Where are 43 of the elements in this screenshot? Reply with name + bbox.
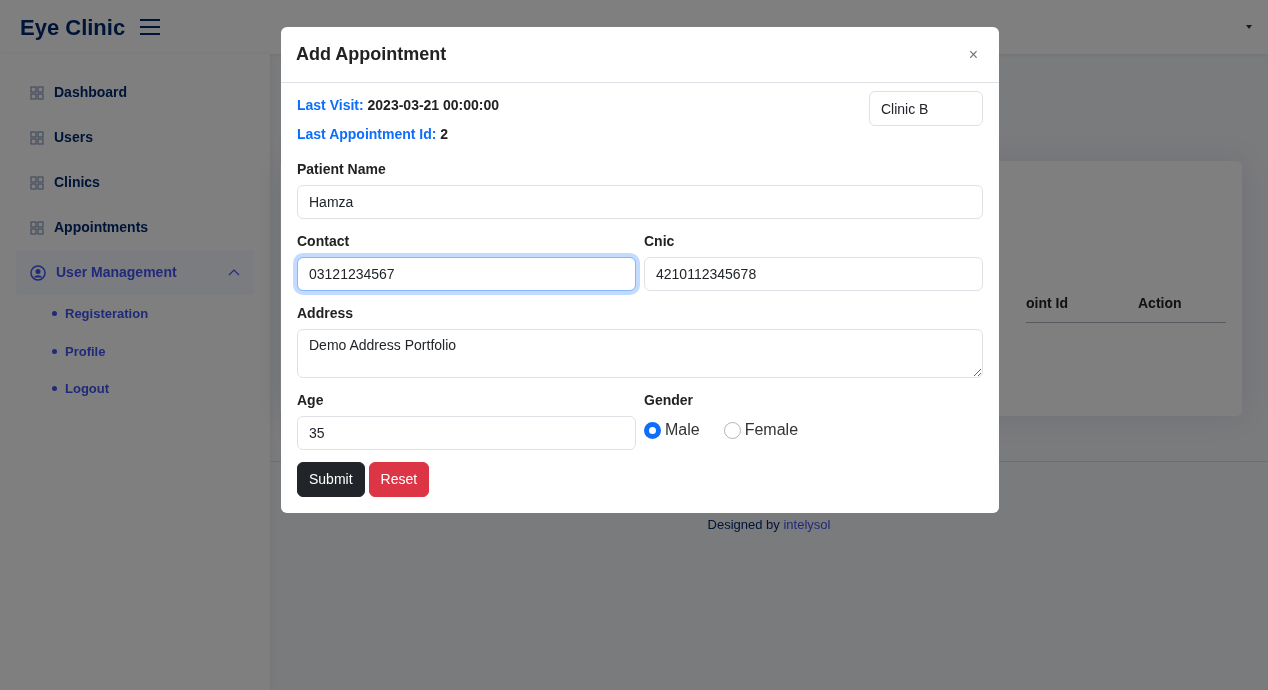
- field-label: Address: [297, 304, 354, 323]
- caret-icon: [1246, 25, 1252, 29]
- grid-icon: [30, 130, 44, 145]
- column-header: Action: [1138, 294, 1182, 313]
- info-text: Last Visit: 2023-03-21 00:00:00: [297, 96, 500, 115]
- input-field[interactable]: 03121234567: [297, 257, 636, 291]
- sidebar-item[interactable]: Clinics: [16, 160, 254, 205]
- reset-button[interactable]: Reset: [368, 462, 430, 497]
- user-circle-icon: [30, 264, 46, 281]
- bullet-icon: [52, 311, 57, 317]
- sidebar-item[interactable]: Appointments: [16, 205, 254, 250]
- field-label: Cnic: [644, 232, 675, 251]
- input-field[interactable]: 35: [297, 416, 636, 450]
- footer-text: Designed by intelysol: [707, 517, 831, 532]
- menu-icon[interactable]: [139, 18, 162, 36]
- grid-icon: [30, 85, 44, 100]
- radio-option[interactable]: Male: [644, 418, 700, 442]
- footer-link[interactable]: intelysol: [783, 517, 831, 532]
- app-title: Eye Clinic: [20, 13, 126, 42]
- input-field[interactable]: Hamza: [297, 185, 983, 219]
- clinic-field[interactable]: Clinic B: [869, 91, 983, 126]
- info-text: Last Appointment Id: 2: [297, 125, 450, 144]
- field-label: Age: [297, 391, 324, 410]
- input-field[interactable]: 4210112345678: [644, 257, 983, 291]
- column-header: oint Id: [1026, 294, 1069, 313]
- text-area[interactable]: Demo Address Portfolio: [297, 329, 983, 378]
- bullet-icon: [52, 348, 57, 354]
- sidebar-subitem[interactable]: Profile: [16, 332, 254, 370]
- field-label: Patient Name: [297, 160, 386, 179]
- field-label: Contact: [297, 232, 350, 251]
- sidebar-subitem[interactable]: Registeration: [16, 295, 254, 333]
- radio-option[interactable]: Female: [723, 418, 799, 442]
- bullet-icon: [52, 386, 57, 392]
- sidebar-item[interactable]: Users: [16, 115, 254, 160]
- submit-button[interactable]: Submit: [297, 462, 365, 497]
- grid-icon: [30, 175, 44, 190]
- modal-title: Add Appointment: [296, 43, 448, 66]
- field-label: Gender: [644, 391, 693, 410]
- grid-icon: [30, 220, 44, 235]
- sidebar-item[interactable]: User Management: [16, 250, 254, 295]
- sidebar-item[interactable]: Dashboard: [16, 70, 254, 115]
- sidebar-subitem[interactable]: Logout: [16, 370, 254, 408]
- close-button[interactable]: ×: [962, 42, 984, 67]
